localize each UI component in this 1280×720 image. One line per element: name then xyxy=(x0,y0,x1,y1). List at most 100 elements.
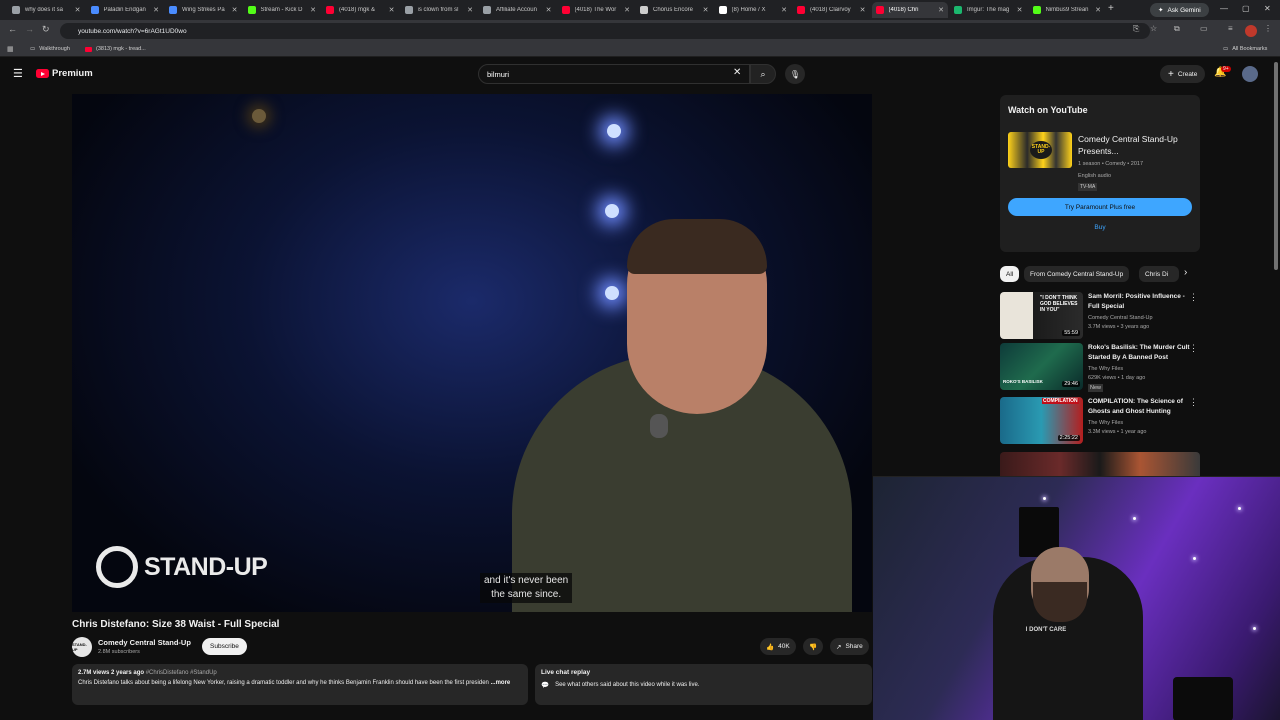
bookmark-mgk[interactable]: (3813) mgk - tread... xyxy=(85,46,146,52)
video-thumbnail[interactable]: "I DON'T THINK GOD BELIEVES IN YOU" 55:5… xyxy=(1000,292,1083,339)
channel-name[interactable]: Comedy Central Stand-Up xyxy=(98,638,191,647)
minimize-icon[interactable]: — xyxy=(1220,4,1228,13)
video-thumbnail[interactable]: COMPILATION 2:25:22 xyxy=(1000,397,1083,444)
page-scrollbar[interactable] xyxy=(1274,62,1278,270)
address-bar[interactable]: youtube.com/watch?v=6rAGt1UD0wo xyxy=(60,23,1150,39)
live-chat-text: See what others said about this video wh… xyxy=(555,682,700,688)
close-tab-icon[interactable]: ✕ xyxy=(389,6,395,14)
clear-search-icon[interactable]: ✕ xyxy=(733,67,741,78)
create-button[interactable]: + Create xyxy=(1160,65,1206,83)
youtube-premium-logo[interactable]: Premium xyxy=(36,68,93,79)
more-actions-icon[interactable]: ⋮ xyxy=(1189,343,1198,354)
channel-avatar[interactable]: STAND-UP xyxy=(72,637,92,657)
search-button[interactable]: ⌕ xyxy=(750,64,776,84)
forward-icon[interactable]: → xyxy=(25,24,34,34)
close-tab-icon[interactable]: ✕ xyxy=(232,6,238,14)
cast-icon[interactable]: ⎘ xyxy=(1133,24,1139,34)
like-button[interactable]: 👍 40K xyxy=(760,638,796,655)
browser-tab[interactable]: is clown from sl ✕ xyxy=(401,2,478,18)
chip-from-channel[interactable]: From Comedy Central Stand-Up xyxy=(1024,266,1130,282)
tab-label: Paladin Endgan xyxy=(103,7,146,13)
browser-tab[interactable]: why does it sa ✕ xyxy=(8,2,85,18)
browser-tab[interactable]: Wing Strikes Pa ✕ xyxy=(165,2,242,18)
more-actions-icon[interactable]: ⋮ xyxy=(1189,397,1198,408)
close-tab-icon[interactable]: ✕ xyxy=(1017,6,1023,14)
recommendation-item[interactable]: "I DON'T THINK GOD BELIEVES IN YOU" 55:5… xyxy=(1000,292,1200,342)
maximize-icon[interactable]: ▢ xyxy=(1242,4,1250,13)
more-actions-icon[interactable]: ⋮ xyxy=(1189,292,1198,303)
subscribe-button[interactable]: Subscribe xyxy=(202,638,247,655)
close-tab-icon[interactable]: ✕ xyxy=(1095,6,1101,14)
try-paramount-button[interactable]: Try Paramount Plus free xyxy=(1008,198,1192,216)
bookmark-walkthrough[interactable]: ▭ Walkthrough xyxy=(30,46,70,52)
voice-search-button[interactable]: 🎙 xyxy=(785,64,805,84)
back-icon[interactable]: ← xyxy=(8,24,17,34)
recommendation-item[interactable]: ROKO'S BASILISK 29:46 Roko's Basilisk: T… xyxy=(1000,343,1200,393)
close-window-icon[interactable]: ✕ xyxy=(1264,4,1271,13)
sidepanel-icon[interactable]: ▭ xyxy=(1200,24,1208,33)
buy-button[interactable]: Buy xyxy=(1008,219,1192,235)
video-thumbnail-partial[interactable] xyxy=(1000,452,1200,476)
browser-tab[interactable]: (4018) The Wor ✕ xyxy=(558,2,635,18)
apps-grid-icon[interactable]: ▦ xyxy=(7,45,14,53)
chip-all[interactable]: All xyxy=(1000,266,1020,282)
live-chat-replay-panel[interactable]: Live chat replay 💬 See what others said … xyxy=(535,664,872,705)
media-icon[interactable]: ≡ xyxy=(1228,24,1233,33)
bookmark-star-icon[interactable]: ☆ xyxy=(1150,24,1157,33)
hashtags[interactable]: #ChrisDistefano #StandUp xyxy=(146,670,217,676)
channel-name[interactable]: The Why Files xyxy=(1088,419,1123,427)
close-tab-icon[interactable]: ✕ xyxy=(75,6,81,14)
show-more-link[interactable]: ...more xyxy=(491,680,511,686)
shirt-print: I DON'T CARE xyxy=(1025,627,1067,633)
close-tab-icon[interactable]: ✕ xyxy=(703,6,709,14)
browser-tab[interactable]: Nimbus9 Strean ✕ xyxy=(1029,2,1106,18)
close-tab-icon[interactable]: ✕ xyxy=(624,6,630,14)
close-tab-icon[interactable]: ✕ xyxy=(546,6,552,14)
chevron-right-icon[interactable]: › xyxy=(1184,267,1187,278)
close-tab-icon[interactable]: ✕ xyxy=(860,6,866,14)
browser-tab[interactable]: (4018) Chri ✕ xyxy=(871,2,948,18)
browser-tab[interactable]: Chorus Encore ✕ xyxy=(636,2,713,18)
browser-tab[interactable]: Imgur: The mag ✕ xyxy=(950,2,1027,18)
browser-tab[interactable]: Stream - Kick D ✕ xyxy=(244,2,321,18)
all-bookmarks-button[interactable]: ▭ All Bookmarks xyxy=(1223,46,1267,52)
video-title: Sam Morril: Positive Influence - Full Sp… xyxy=(1088,293,1185,310)
desk-equipment xyxy=(1173,677,1233,720)
profile-avatar[interactable] xyxy=(1245,25,1257,37)
create-label: Create xyxy=(1177,70,1198,78)
browser-tab[interactable]: (8) Home / X ✕ xyxy=(715,2,792,18)
browser-tab[interactable]: (4018) Clairvoy ✕ xyxy=(793,2,870,18)
dislike-button[interactable]: 👎 xyxy=(803,638,824,655)
close-tab-icon[interactable]: ✕ xyxy=(467,6,473,14)
recommendation-item[interactable]: COMPILATION 2:25:22 COMPILATION: The Sci… xyxy=(1000,397,1200,447)
menu-dots-icon[interactable]: ⋮ xyxy=(1264,24,1272,33)
close-tab-icon[interactable]: ✕ xyxy=(938,6,944,14)
extensions-icon[interactable]: ⧉ xyxy=(1174,24,1180,34)
close-tab-icon[interactable]: ✕ xyxy=(781,6,787,14)
share-button[interactable]: ↗ Share xyxy=(830,638,869,655)
reload-icon[interactable]: ↻ xyxy=(42,24,50,35)
close-tab-icon[interactable]: ✕ xyxy=(310,6,316,14)
ask-gemini-button[interactable]: ✦ Ask Gemini xyxy=(1150,3,1209,17)
hamburger-menu-icon[interactable]: ☰ xyxy=(13,67,23,80)
show-poster[interactable]: STAND-UP xyxy=(1008,132,1072,168)
search-input[interactable]: bilmuri xyxy=(478,64,750,84)
show-title[interactable]: Comedy Central Stand-Up Presents... xyxy=(1078,133,1193,157)
tab-favicon-icon xyxy=(12,6,20,14)
channel-name[interactable]: The Why Files xyxy=(1088,365,1123,373)
new-tab-icon[interactable]: + xyxy=(1108,3,1114,14)
chip-chris[interactable]: Chris Di xyxy=(1139,266,1179,282)
channel-name[interactable]: Comedy Central Stand-Up xyxy=(1088,314,1153,322)
browser-tab[interactable]: Paladin Endgan ✕ xyxy=(87,2,164,18)
account-avatar[interactable] xyxy=(1242,66,1258,82)
video-thumbnail[interactable]: ROKO'S BASILISK 29:46 xyxy=(1000,343,1083,390)
description-box[interactable]: 2.7M views 2 years ago #ChrisDistefano #… xyxy=(72,664,528,705)
video-title: Roko's Basilisk: The Murder Cult Started… xyxy=(1088,344,1190,361)
stage-microphone xyxy=(650,414,668,438)
comedy-central-logo: STAND-UP xyxy=(96,546,268,588)
tab-favicon-icon xyxy=(90,6,99,14)
close-tab-icon[interactable]: ✕ xyxy=(153,6,159,14)
browser-tab[interactable]: Affiliate Accoun ✕ xyxy=(479,2,556,18)
video-player[interactable]: STAND-UP and it's never been the same si… xyxy=(72,94,872,612)
browser-tab[interactable]: (4018) mgk & ✕ xyxy=(322,2,399,18)
